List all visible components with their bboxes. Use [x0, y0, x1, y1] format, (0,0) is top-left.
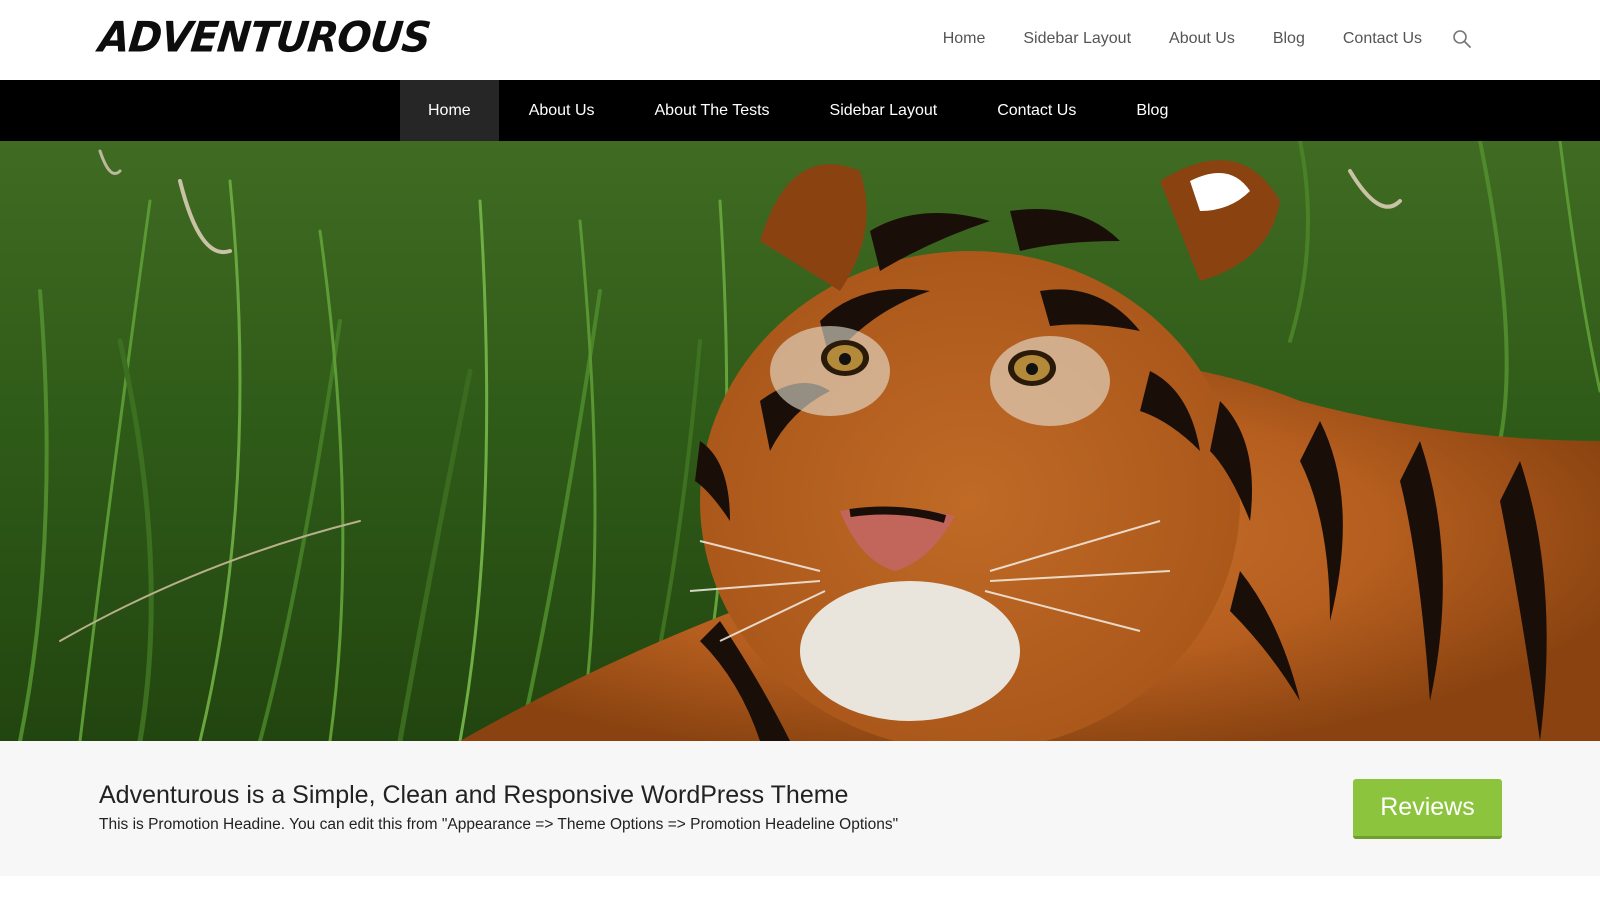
top-nav-sidebar-layout[interactable]: Sidebar Layout: [1023, 26, 1131, 52]
reviews-button[interactable]: Reviews: [1353, 779, 1502, 839]
tiger-slide-image: [0, 141, 1600, 741]
search-icon[interactable]: [1452, 29, 1472, 49]
site-header: ADVENTUROUS Home Sidebar Layout About Us…: [0, 0, 1600, 80]
top-nav-contact-us[interactable]: Contact Us: [1343, 26, 1422, 52]
site-logo[interactable]: ADVENTUROUS: [96, 13, 432, 63]
main-menu: Home About Us About The Tests Sidebar La…: [0, 80, 1600, 141]
top-navigation: Home Sidebar Layout About Us Blog Contac…: [905, 26, 1472, 52]
menu-item-about-the-tests[interactable]: About The Tests: [625, 80, 800, 141]
hero-slider[interactable]: [0, 141, 1600, 741]
menu-item-home[interactable]: Home: [400, 80, 499, 141]
menu-item-blog[interactable]: Blog: [1106, 80, 1198, 141]
top-nav-blog[interactable]: Blog: [1273, 26, 1305, 52]
menu-item-about-us[interactable]: About Us: [499, 80, 625, 141]
promotion-subtext: This is Promotion Headine. You can edit …: [99, 816, 899, 833]
promotion-title: Adventurous is a Simple, Clean and Respo…: [99, 781, 849, 809]
menu-item-sidebar-layout[interactable]: Sidebar Layout: [800, 80, 968, 141]
promotion-headline: Adventurous is a Simple, Clean and Respo…: [0, 741, 1600, 876]
top-nav-about-us[interactable]: About Us: [1169, 26, 1235, 52]
menu-item-contact-us[interactable]: Contact Us: [967, 80, 1106, 141]
top-nav-home[interactable]: Home: [943, 26, 986, 52]
